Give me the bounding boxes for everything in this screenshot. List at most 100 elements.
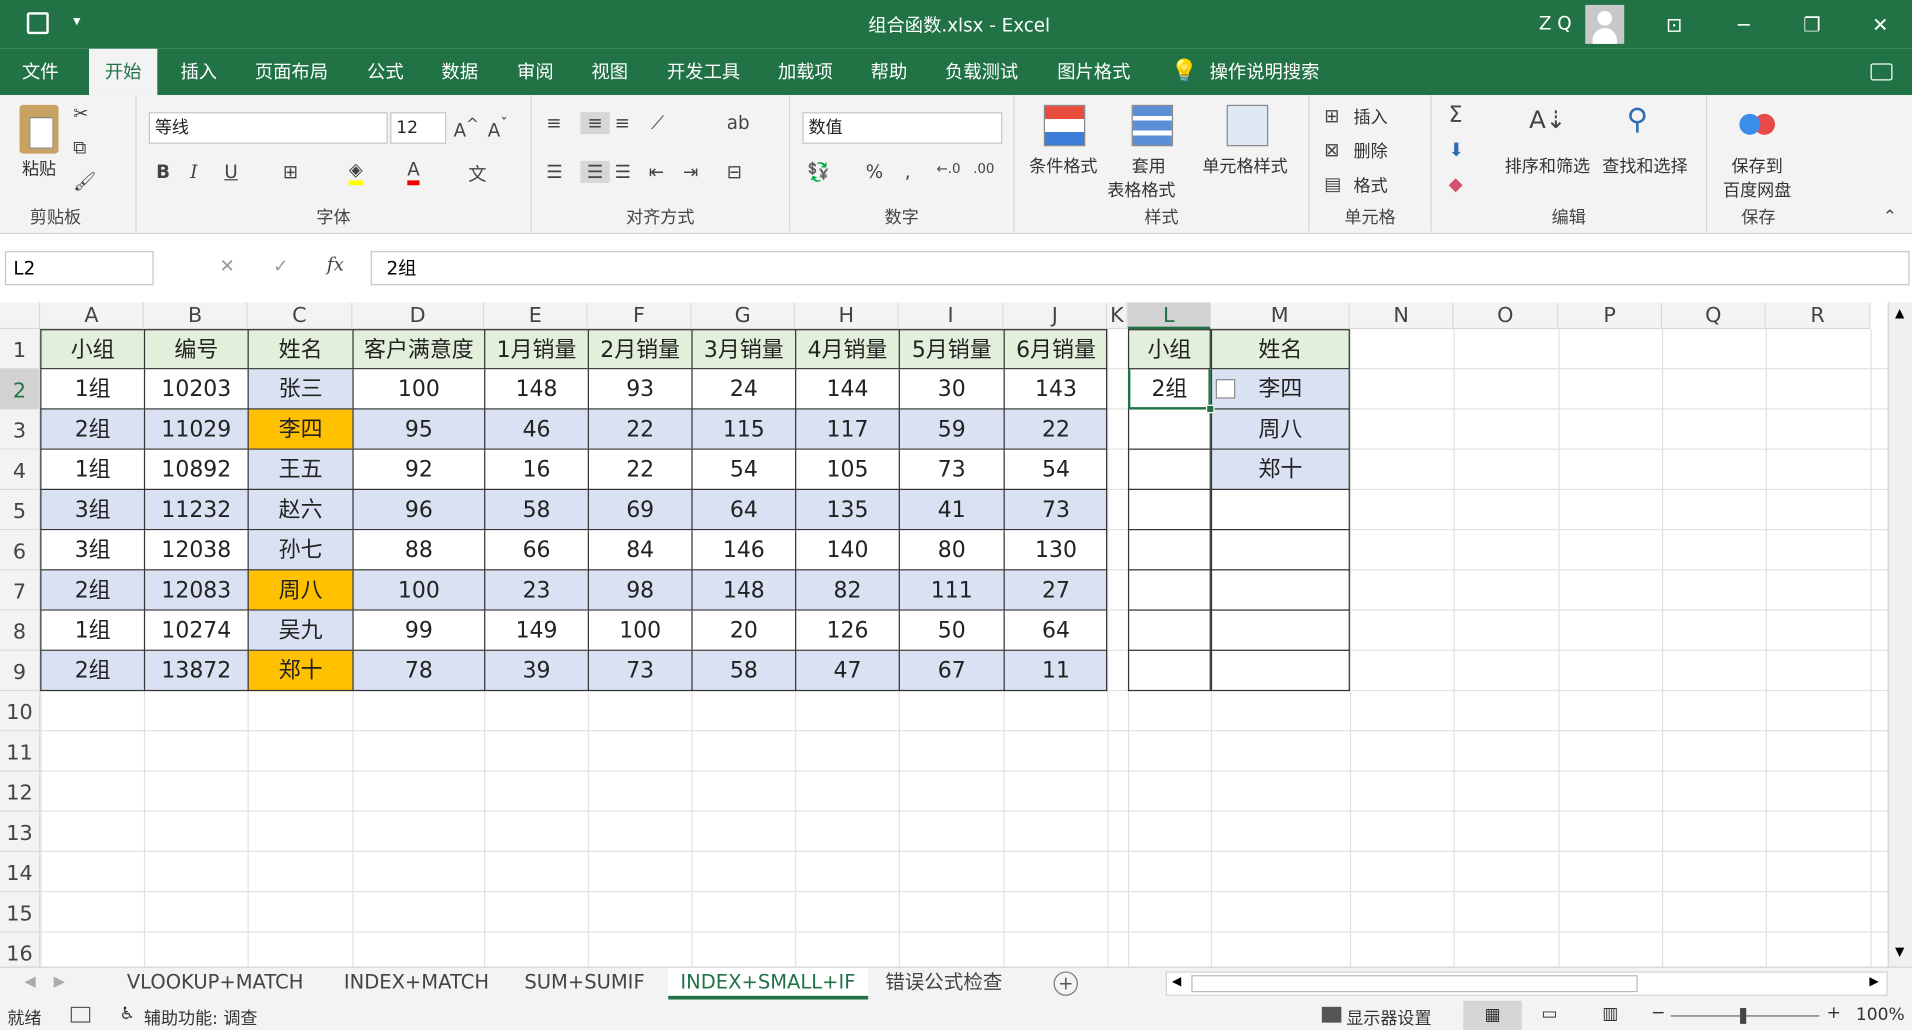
table-cell[interactable]: 1组 [40, 610, 144, 651]
table-cell[interactable]: 1组 [40, 449, 144, 490]
collapse-ribbon-icon[interactable]: ⌃ [1883, 207, 1897, 227]
table-cell[interactable]: 1组 [40, 369, 144, 410]
format-painter-icon[interactable]: 🖌 [73, 171, 96, 193]
table-cell[interactable]: 130 [1003, 530, 1108, 571]
clear-icon[interactable]: ◆ [1449, 173, 1463, 195]
align-left-icon[interactable]: ☰ [546, 161, 562, 183]
table-cell[interactable]: 66 [484, 530, 588, 571]
table-cell[interactable]: 3组 [40, 489, 144, 531]
column-header-b[interactable]: B [143, 302, 248, 330]
table-cell[interactable]: 58 [484, 489, 588, 531]
column-header-a[interactable]: A [40, 302, 144, 330]
sheet-tab-index-match[interactable]: INDEX+MATCH [332, 968, 502, 1000]
row-header-7[interactable]: 7 [0, 570, 41, 611]
page-break-view-icon[interactable]: ▥ [1602, 1004, 1618, 1024]
select-all-corner[interactable] [0, 302, 41, 330]
lightbulb-icon[interactable]: 💡 [1171, 59, 1198, 85]
table-header-cell[interactable]: 1月销量 [484, 329, 588, 370]
format-table-icon[interactable] [1131, 104, 1174, 147]
table-cell[interactable]: 67 [898, 650, 1004, 692]
lookup-cell[interactable] [1127, 610, 1211, 651]
table-cell[interactable]: 148 [484, 369, 588, 410]
table-cell[interactable]: 22 [587, 449, 692, 490]
ribbon-display-icon[interactable]: ⊡ [1640, 0, 1708, 49]
table-cell[interactable]: 69 [587, 489, 692, 531]
table-cell[interactable]: 146 [691, 530, 796, 571]
horizontal-scrollbar[interactable]: ◀ ▶ [1165, 971, 1888, 996]
table-header-cell[interactable]: 5月销量 [898, 329, 1004, 370]
table-cell[interactable]: 98 [587, 570, 692, 611]
table-cell[interactable]: 100 [352, 369, 485, 410]
column-header-c[interactable]: C [247, 302, 353, 330]
table-header-cell[interactable]: 小组 [40, 329, 144, 370]
tab-view[interactable]: 视图 [579, 49, 640, 95]
table-cell[interactable]: 周八 [247, 570, 353, 611]
lookup-header-cell[interactable]: 姓名 [1210, 329, 1350, 370]
scroll-left-icon[interactable]: ◀ [1172, 975, 1181, 988]
normal-view-icon[interactable]: ▦ [1463, 1000, 1522, 1030]
column-header-p[interactable]: P [1558, 302, 1663, 330]
baidu-cloud-icon[interactable] [1738, 109, 1776, 139]
lookup-cell[interactable] [1210, 650, 1350, 692]
lookup-cell[interactable] [1127, 530, 1211, 571]
align-center-icon[interactable]: ☰ [580, 160, 610, 183]
table-cell[interactable]: 30 [898, 369, 1004, 410]
number-format-select[interactable]: 数值 [802, 112, 1003, 144]
table-cell[interactable]: 16 [484, 449, 588, 490]
format-cells-icon[interactable]: ▤ [1324, 173, 1341, 195]
scroll-down-icon[interactable]: ▼ [1895, 946, 1904, 959]
table-cell[interactable]: 54 [691, 449, 796, 490]
format-table-button-line1[interactable]: 套用 [1132, 154, 1166, 178]
table-cell[interactable]: 92 [352, 449, 485, 490]
table-cell[interactable]: 13872 [143, 650, 248, 692]
table-cell[interactable]: 78 [352, 650, 485, 692]
tab-home[interactable]: 开始 [89, 48, 158, 96]
wrap-text-icon[interactable]: ab [727, 112, 750, 134]
table-cell[interactable]: 12083 [143, 570, 248, 611]
close-icon[interactable]: ✕ [1846, 0, 1912, 49]
font-color-icon[interactable]: A [407, 158, 420, 186]
row-header-1[interactable]: 1 [0, 329, 41, 370]
table-header-cell[interactable]: 6月销量 [1003, 329, 1108, 370]
underline-icon[interactable]: U [224, 161, 237, 183]
table-header-cell[interactable]: 编号 [143, 329, 248, 370]
format-table-button-line2[interactable]: 表格格式 [1107, 178, 1175, 202]
row-header-10[interactable]: 10 [0, 691, 41, 732]
column-header-q[interactable]: Q [1662, 302, 1766, 330]
row-header-13[interactable]: 13 [0, 811, 41, 853]
paste-icon[interactable] [19, 104, 59, 154]
column-header-j[interactable]: J [1003, 302, 1108, 330]
table-cell[interactable]: 10892 [143, 449, 248, 490]
table-cell[interactable]: 赵六 [247, 489, 353, 531]
table-cell[interactable]: 144 [795, 369, 899, 410]
fill-handle[interactable] [1205, 404, 1215, 414]
table-cell[interactable]: 47 [795, 650, 899, 692]
column-header-g[interactable]: G [691, 302, 796, 330]
percent-icon[interactable]: % [866, 161, 883, 183]
table-cell[interactable]: 46 [484, 409, 588, 450]
table-header-cell[interactable]: 姓名 [247, 329, 353, 370]
find-select-icon[interactable]: ⚲ [1627, 102, 1648, 136]
table-cell[interactable]: 64 [691, 489, 796, 531]
sort-filter-icon[interactable]: A⇣ [1529, 105, 1566, 134]
scroll-right-icon[interactable]: ▶ [1869, 975, 1878, 988]
row-header-8[interactable]: 8 [0, 610, 41, 651]
accounting-icon[interactable]: 💱 [807, 161, 830, 183]
table-cell[interactable]: 99 [352, 610, 485, 651]
column-header-l[interactable]: L [1127, 302, 1211, 330]
table-cell[interactable]: 54 [1003, 449, 1108, 490]
table-cell[interactable]: 64 [1003, 610, 1108, 651]
lookup-cell[interactable] [1127, 489, 1211, 531]
bold-icon[interactable]: B [156, 161, 170, 183]
table-cell[interactable]: 10274 [143, 610, 248, 651]
conditional-format-icon[interactable] [1043, 104, 1086, 147]
conditional-format-button[interactable]: 条件格式 [1029, 154, 1097, 178]
cell-styles-icon[interactable] [1226, 104, 1269, 147]
tab-developer[interactable]: 开发工具 [655, 49, 753, 95]
table-cell[interactable]: 39 [484, 650, 588, 692]
add-sheet-icon[interactable]: + [1053, 971, 1078, 996]
scroll-thumb[interactable] [1191, 975, 1638, 993]
table-cell[interactable]: 149 [484, 610, 588, 651]
next-sheet-icon[interactable]: ▶ [54, 973, 65, 990]
column-header-h[interactable]: H [795, 302, 899, 330]
